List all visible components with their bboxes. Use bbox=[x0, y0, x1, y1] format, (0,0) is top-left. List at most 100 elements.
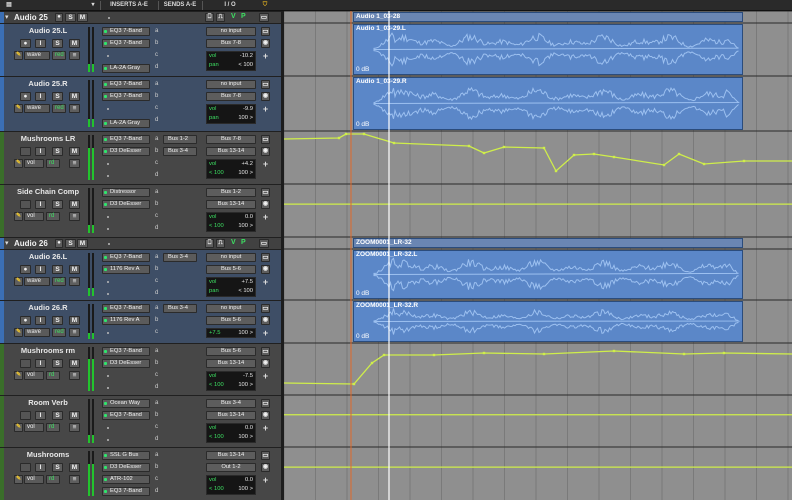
track-view-edit-icon[interactable]: ✎ bbox=[14, 104, 23, 113]
pan-left-value[interactable]: < 100 bbox=[209, 223, 224, 229]
insert-empty-dot[interactable] bbox=[107, 108, 109, 110]
solo-button[interactable]: S bbox=[52, 265, 63, 274]
insert-empty-dot[interactable] bbox=[107, 332, 109, 334]
track-name[interactable]: Mushrooms rm bbox=[8, 346, 88, 356]
record-enable-button[interactable] bbox=[20, 463, 31, 472]
volume-value[interactable]: 0.0 bbox=[245, 477, 253, 483]
output-selector[interactable]: Bus 5-6 bbox=[206, 265, 256, 274]
insert-empty-dot[interactable] bbox=[107, 293, 109, 295]
playlist-icon[interactable]: ≡ bbox=[69, 51, 80, 60]
input-monitor-button[interactable]: I bbox=[35, 411, 46, 420]
volume-pan-display[interactable]: vol -10.2 pan < 100 bbox=[206, 51, 256, 71]
folder-clip[interactable]: Audio 1_03-28 bbox=[353, 12, 743, 22]
output-selector[interactable]: Bus 13-14 bbox=[206, 359, 256, 368]
track-name[interactable]: Audio 25.L bbox=[8, 26, 88, 36]
mute-button[interactable]: M bbox=[69, 463, 80, 472]
insert-slot[interactable]: EQ3 7-Band bbox=[102, 39, 150, 48]
insert-slot[interactable]: D3 DeEsser bbox=[102, 359, 150, 368]
sends-column-header[interactable]: SENDS A-E bbox=[158, 0, 202, 11]
track-view-selector[interactable]: vol bbox=[24, 475, 44, 484]
insert-slot[interactable]: EQ3 7-Band bbox=[102, 80, 150, 89]
io-meter-toggle[interactable]: ⎍ bbox=[216, 239, 225, 248]
view-toggle[interactable]: V bbox=[231, 13, 236, 20]
insert-slot[interactable]: EQ3 7-Band bbox=[102, 135, 150, 144]
insert-empty-dot[interactable] bbox=[107, 163, 109, 165]
insert-plugin-name[interactable]: D3 DeEsser bbox=[110, 464, 141, 470]
track-view-edit-icon[interactable]: ✎ bbox=[14, 328, 23, 337]
input-monitor-button[interactable]: I bbox=[35, 92, 46, 101]
send-slot[interactable]: Bus 3-4 bbox=[163, 253, 197, 262]
input-monitor-button[interactable]: I bbox=[35, 147, 46, 156]
folder-track[interactable]: ▾ Audio 25 ● S M ⎕ ⎍ V P ▭ bbox=[0, 11, 281, 23]
mute-button[interactable]: M bbox=[77, 13, 88, 22]
insert-empty-dot[interactable] bbox=[107, 228, 109, 230]
automation-breakpoint[interactable] bbox=[612, 349, 616, 353]
add-lane-button[interactable]: + bbox=[261, 160, 270, 169]
input-selector[interactable]: Bus 5-6 bbox=[206, 347, 256, 356]
volume-pan-display[interactable]: vol 0.0 < 100 100 > bbox=[206, 423, 256, 443]
insert-empty-dot[interactable] bbox=[107, 427, 109, 429]
insert-empty-dot[interactable] bbox=[107, 387, 109, 389]
record-button[interactable]: ● bbox=[55, 239, 63, 248]
clip-name[interactable]: Audio 1_03-29.R bbox=[356, 78, 407, 85]
insert-slot[interactable]: EQ3 7-Band bbox=[102, 253, 150, 262]
comments-shield-icon[interactable]: ⛉ bbox=[260, 0, 270, 11]
volume-pan-display[interactable]: vol -7.5 < 100 100 > bbox=[206, 371, 256, 391]
automation-mode-selector[interactable]: red bbox=[52, 104, 66, 113]
automation-breakpoint[interactable] bbox=[677, 152, 681, 156]
pan-right-value[interactable]: 100 > bbox=[238, 382, 253, 388]
output-selector[interactable]: Bus 13-14 bbox=[206, 200, 256, 209]
mute-button[interactable]: M bbox=[77, 239, 88, 248]
pan-value[interactable]: < 100 bbox=[238, 288, 253, 294]
insert-slot[interactable]: Ocean Way bbox=[102, 399, 150, 408]
input-selector[interactable]: no input bbox=[206, 80, 256, 89]
audio-track-header[interactable]: Room Verb I S M ✎ vol rd ≡ Ocean Way a EQ3 7-Band b… bbox=[0, 395, 281, 447]
pan-toggle[interactable]: P bbox=[241, 239, 246, 246]
audio-track-header[interactable]: Mushrooms I S M ✎ vol rd ≡ SSL G Bus a D3 DeEsser b… bbox=[0, 447, 281, 500]
solo-button[interactable]: S bbox=[52, 463, 63, 472]
comments-button[interactable]: ▭ bbox=[259, 239, 269, 248]
insert-empty-dot[interactable] bbox=[107, 55, 109, 57]
solo-button[interactable]: S bbox=[52, 200, 63, 209]
insert-plugin-name[interactable]: EQ3 7-Band bbox=[110, 254, 142, 260]
volume-value[interactable]: 0.0 bbox=[245, 425, 253, 431]
input-selector[interactable]: Bus 7-8 bbox=[206, 135, 256, 144]
clip-gain-label[interactable]: 0 dB bbox=[356, 290, 369, 297]
output-selector[interactable]: Bus 13-14 bbox=[206, 147, 256, 156]
track-view-selector[interactable]: wave bbox=[24, 104, 50, 113]
comments-button[interactable]: ▭ bbox=[261, 304, 270, 313]
record-enable-button[interactable] bbox=[20, 200, 31, 209]
insert-plugin-name[interactable]: EQ3 7-Band bbox=[110, 488, 142, 494]
add-lane-button[interactable]: + bbox=[261, 372, 270, 381]
solo-button[interactable]: S bbox=[65, 239, 76, 248]
comments-button[interactable]: ▭ bbox=[261, 399, 270, 408]
comments-button[interactable]: ▭ bbox=[261, 253, 270, 262]
insert-plugin-name[interactable]: EQ3 7-Band bbox=[110, 412, 142, 418]
output-selector[interactable]: Bus 7-8 bbox=[206, 39, 256, 48]
automation-mode-selector[interactable]: rd bbox=[46, 371, 60, 380]
automation-breakpoint[interactable] bbox=[742, 159, 746, 163]
audio-track-header[interactable]: Mushrooms rm I S M ✎ vol rd ≡ EQ3 7-Band a D3 DeEs… bbox=[0, 343, 281, 395]
input-selector[interactable]: no input bbox=[206, 304, 256, 313]
track-name[interactable]: Mushrooms bbox=[8, 450, 88, 460]
insert-slot[interactable]: ATR-102 bbox=[102, 475, 150, 484]
mute-button[interactable]: M bbox=[69, 147, 80, 156]
automation-breakpoint[interactable] bbox=[502, 145, 506, 149]
add-lane-button[interactable]: + bbox=[261, 329, 270, 338]
pan-left-value[interactable]: < 100 bbox=[209, 382, 224, 388]
insert-plugin-name[interactable]: EQ3 7-Band bbox=[110, 81, 142, 87]
insert-empty-dot[interactable] bbox=[107, 281, 109, 283]
playlist-icon[interactable]: ≡ bbox=[69, 328, 80, 337]
record-monitor-button[interactable]: ◉ bbox=[261, 147, 270, 156]
automation-breakpoint[interactable] bbox=[482, 151, 486, 155]
automation-breakpoint[interactable] bbox=[337, 136, 341, 140]
insert-slot[interactable]: LA-2A Gray bbox=[102, 64, 150, 73]
mute-button[interactable]: M bbox=[69, 359, 80, 368]
solo-button[interactable]: S bbox=[65, 13, 76, 22]
record-enable-button[interactable] bbox=[20, 359, 31, 368]
audio-track-header[interactable]: Audio 26.R I S M ● ✎ wave red ≡ EQ3 7-Band a Bus 3-… bbox=[0, 300, 281, 343]
playlist-icon[interactable]: ≡ bbox=[69, 212, 80, 221]
track-name[interactable]: Audio 26.R bbox=[8, 303, 88, 313]
pan-left-value[interactable]: < 100 bbox=[209, 170, 224, 176]
input-selector[interactable]: Bus 3-4 bbox=[206, 399, 256, 408]
